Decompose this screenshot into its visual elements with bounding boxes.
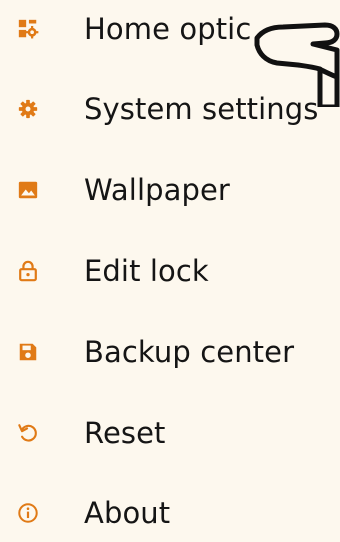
home-settings-icon (15, 16, 41, 42)
info-icon (15, 500, 41, 526)
menu-item-label: Wallpaper (84, 173, 230, 207)
gear-icon (15, 96, 41, 122)
menu-item-reset[interactable]: Reset (0, 404, 340, 462)
menu-item-label: Edit lock (84, 254, 209, 288)
reset-icon (15, 420, 41, 446)
menu-item-label: About (84, 496, 171, 530)
menu-item-label: Backup center (84, 335, 295, 369)
menu-item-label: Home optic (84, 12, 252, 46)
menu-item-about[interactable]: About (0, 484, 340, 542)
hand-pointer-icon (253, 5, 340, 107)
image-icon (15, 177, 41, 203)
save-icon (15, 339, 41, 365)
menu-item-wallpaper[interactable]: Wallpaper (0, 161, 340, 219)
lock-icon (15, 258, 41, 284)
menu-item-edit-lock[interactable]: Edit lock (0, 242, 340, 300)
menu-item-label: Reset (84, 416, 166, 450)
menu-item-backup-center[interactable]: Backup center (0, 323, 340, 381)
